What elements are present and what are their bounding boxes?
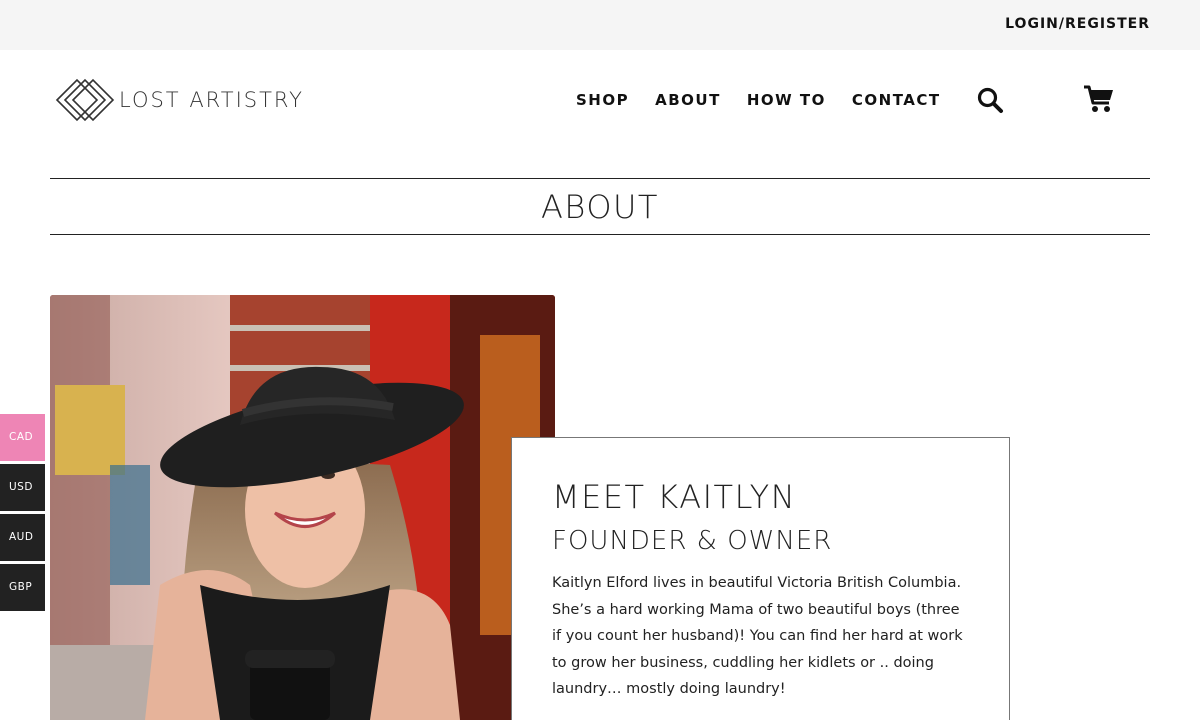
founder-photo <box>50 295 555 720</box>
title-divider-top <box>50 178 1150 179</box>
brand-name: LOST ARTISTRY <box>119 88 304 112</box>
diamond-logo-icon <box>55 78 115 122</box>
login-register-link[interactable]: LOGIN/REGISTER <box>1005 16 1150 32</box>
top-bar: LOGIN/REGISTER <box>0 0 1200 50</box>
nav-how-to[interactable]: HOW TO <box>747 91 826 109</box>
currency-switcher: CAD USD AUD GBP <box>0 414 45 614</box>
currency-aud[interactable]: AUD <box>0 514 45 561</box>
search-button[interactable] <box>976 86 1004 114</box>
nav-contact[interactable]: CONTACT <box>852 91 941 109</box>
cart-icon <box>1084 85 1113 112</box>
search-icon <box>977 87 1003 113</box>
about-card: MEET KAITLYN FOUNDER & OWNER Kaitlyn Elf… <box>511 437 1010 720</box>
page-title: ABOUT <box>541 188 659 226</box>
brand-logo[interactable]: LOST ARTISTRY <box>55 78 304 122</box>
currency-gbp[interactable]: GBP <box>0 564 45 611</box>
cart-button[interactable] <box>1083 84 1115 114</box>
nav-about[interactable]: ABOUT <box>655 91 721 109</box>
currency-cad[interactable]: CAD <box>0 414 45 461</box>
nav-shop[interactable]: SHOP <box>576 91 629 109</box>
currency-usd[interactable]: USD <box>0 464 45 511</box>
site-header: LOST ARTISTRY SHOP ABOUT HOW TO CONTACT <box>0 50 1200 150</box>
about-heading: MEET KAITLYN <box>552 478 797 516</box>
main-nav: SHOP ABOUT HOW TO CONTACT <box>576 91 967 109</box>
about-body: Kaitlyn Elford lives in beautiful Victor… <box>552 575 963 697</box>
about-subheading: FOUNDER & OWNER <box>552 526 833 556</box>
title-divider-bottom <box>50 234 1150 235</box>
